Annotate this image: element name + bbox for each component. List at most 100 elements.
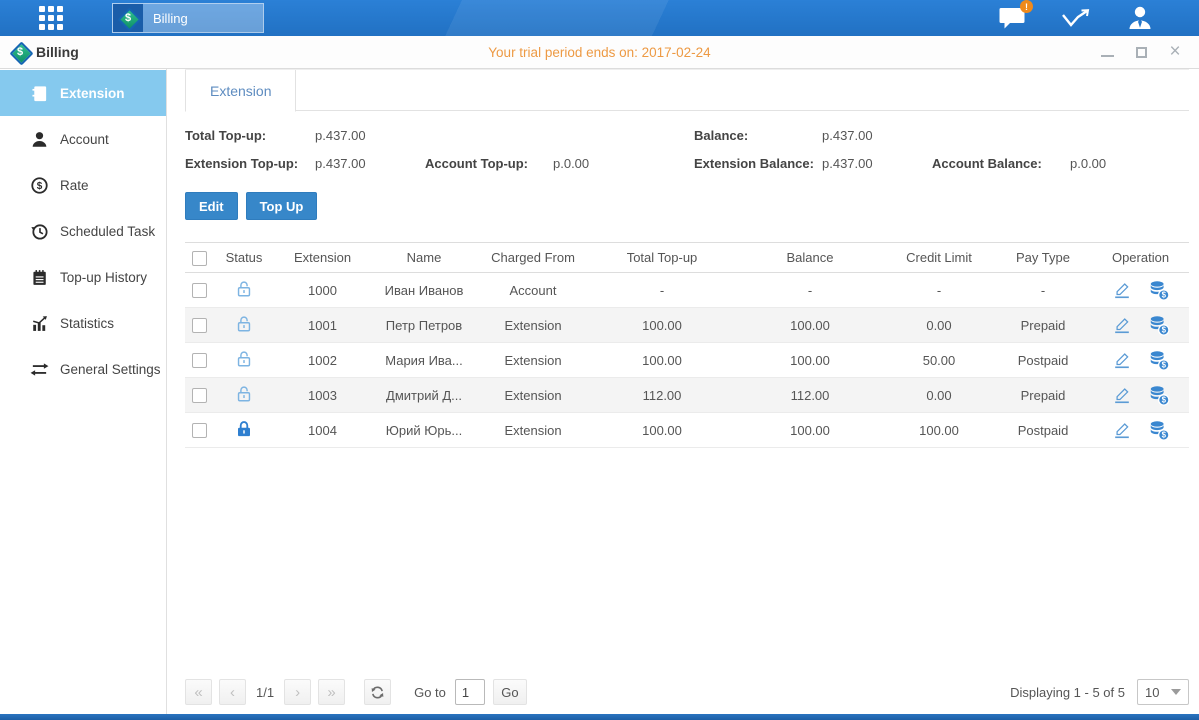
- maximize-button[interactable]: [1133, 44, 1149, 60]
- col-extension: Extension: [275, 243, 370, 273]
- minimize-button[interactable]: [1099, 44, 1115, 60]
- billing-app-icon: $: [113, 4, 143, 32]
- cell-name: Петр Петров: [370, 308, 478, 343]
- user-account-icon[interactable]: [1125, 3, 1155, 33]
- goto-page-input[interactable]: [455, 679, 485, 705]
- cell-pay-type: Postpaid: [994, 413, 1092, 448]
- svg-text:$: $: [1161, 291, 1166, 300]
- page-size-select[interactable]: 10: [1137, 679, 1189, 705]
- refresh-button[interactable]: [364, 679, 391, 705]
- cell-charged-from: Account: [478, 273, 588, 308]
- sidebar-item-account[interactable]: Account: [0, 116, 166, 162]
- sidebar-item-topup-history[interactable]: Top-up History: [0, 254, 166, 300]
- lock-open-icon: [234, 314, 254, 334]
- billing-window-icon: $: [10, 42, 30, 62]
- top-up-row-icon[interactable]: $: [1148, 384, 1170, 406]
- edit-row-icon[interactable]: [1112, 420, 1132, 440]
- cell-balance: 100.00: [736, 308, 884, 343]
- cell-charged-from: Extension: [478, 413, 588, 448]
- lock-open-icon: [234, 384, 254, 404]
- reports-chart-icon[interactable]: [1061, 3, 1091, 33]
- taskbar-tab-label: Billing: [143, 11, 202, 26]
- apps-grid-icon[interactable]: [36, 3, 66, 33]
- sidebar-label: Statistics: [60, 316, 114, 331]
- cell-credit-limit: -: [884, 273, 994, 308]
- close-button[interactable]: ×: [1167, 44, 1183, 60]
- edit-row-icon[interactable]: [1112, 280, 1132, 300]
- svg-text:$: $: [1161, 396, 1166, 405]
- transfer-arrows-icon: [30, 360, 49, 379]
- table-row[interactable]: 1003 Дмитрий Д... Extension 112.00 112.0…: [185, 378, 1189, 413]
- row-checkbox[interactable]: [192, 353, 207, 368]
- row-checkbox[interactable]: [192, 388, 207, 403]
- tab-label: Extension: [210, 83, 271, 99]
- status-lock-icon[interactable]: [234, 314, 254, 334]
- cell-total-topup: 100.00: [588, 308, 736, 343]
- total-topup-label: Total Top-up:: [185, 128, 315, 143]
- cell-balance: -: [736, 273, 884, 308]
- edit-button[interactable]: Edit: [185, 192, 238, 220]
- cell-pay-type: Postpaid: [994, 343, 1092, 378]
- top-up-row-icon[interactable]: $: [1148, 279, 1170, 301]
- cell-name: Иван Иванов: [370, 273, 478, 308]
- cell-credit-limit: 100.00: [884, 413, 994, 448]
- edit-row-icon[interactable]: [1112, 315, 1132, 335]
- top-up-button[interactable]: Top Up: [246, 192, 318, 220]
- col-total-topup: Total Top-up: [588, 243, 736, 273]
- last-page-button[interactable]: »: [318, 679, 345, 705]
- sidebar-label: Account: [60, 132, 109, 147]
- sidebar-item-statistics[interactable]: Statistics: [0, 300, 166, 346]
- sidebar-item-extension[interactable]: Extension: [0, 70, 166, 116]
- cell-extension: 1004: [275, 413, 370, 448]
- next-page-button[interactable]: ›: [284, 679, 311, 705]
- table-row[interactable]: 1002 Мария Ива... Extension 100.00 100.0…: [185, 343, 1189, 378]
- cell-balance: 100.00: [736, 343, 884, 378]
- sidebar-item-general-settings[interactable]: General Settings: [0, 346, 166, 392]
- col-charged-from: Charged From: [478, 243, 588, 273]
- top-up-row-icon[interactable]: $: [1148, 314, 1170, 336]
- tab-extension[interactable]: Extension: [185, 70, 296, 112]
- row-checkbox[interactable]: [192, 318, 207, 333]
- go-button[interactable]: Go: [493, 679, 527, 705]
- svg-text:$: $: [1161, 361, 1166, 370]
- col-balance: Balance: [736, 243, 884, 273]
- taskbar-tab-billing[interactable]: $ Billing: [112, 3, 264, 33]
- status-lock-icon[interactable]: [234, 419, 254, 439]
- svg-text:$: $: [1161, 431, 1166, 440]
- first-page-button[interactable]: «: [185, 679, 212, 705]
- select-all-checkbox[interactable]: [192, 251, 207, 266]
- cell-total-topup: 100.00: [588, 413, 736, 448]
- row-checkbox[interactable]: [192, 423, 207, 438]
- cell-credit-limit: 50.00: [884, 343, 994, 378]
- cell-charged-from: Extension: [478, 343, 588, 378]
- total-topup-value: p.437.00: [315, 128, 425, 143]
- desktop-topbar: $ Billing !: [0, 0, 1199, 36]
- pagination-bar: « ‹ 1/1 › » Go to Go Displaying: [185, 679, 1189, 705]
- chevron-down-icon: [1171, 689, 1181, 695]
- goto-label: Go to: [414, 685, 446, 700]
- table-row[interactable]: 1001 Петр Петров Extension 100.00 100.00…: [185, 308, 1189, 343]
- status-lock-icon[interactable]: [234, 384, 254, 404]
- sidebar-label: Scheduled Task: [60, 224, 155, 239]
- edit-row-icon[interactable]: [1112, 350, 1132, 370]
- edit-row-icon[interactable]: [1112, 385, 1132, 405]
- sidebar-item-scheduled-task[interactable]: Scheduled Task: [0, 208, 166, 254]
- top-up-row-icon[interactable]: $: [1148, 349, 1170, 371]
- svg-text:$: $: [37, 181, 43, 192]
- top-up-row-icon[interactable]: $: [1148, 419, 1170, 441]
- sidebar-item-rate[interactable]: $ Rate: [0, 162, 166, 208]
- lock-closed-icon: [234, 419, 254, 439]
- extensions-table: Status Extension Name Charged From Total…: [185, 242, 1189, 448]
- table-row[interactable]: 1004 Юрий Юрь... Extension 100.00 100.00…: [185, 413, 1189, 448]
- account-balance-value: p.0.00: [1070, 156, 1189, 171]
- window-bottom-edge: [0, 714, 1199, 720]
- status-lock-icon[interactable]: [234, 349, 254, 369]
- messages-icon[interactable]: !: [997, 3, 1027, 33]
- sidebar-label: Top-up History: [60, 270, 147, 285]
- status-lock-icon[interactable]: [234, 279, 254, 299]
- clock-history-icon: [30, 222, 49, 241]
- prev-page-button[interactable]: ‹: [219, 679, 246, 705]
- table-row[interactable]: 1000 Иван Иванов Account - - - -: [185, 273, 1189, 308]
- row-checkbox[interactable]: [192, 283, 207, 298]
- cell-credit-limit: 0.00: [884, 378, 994, 413]
